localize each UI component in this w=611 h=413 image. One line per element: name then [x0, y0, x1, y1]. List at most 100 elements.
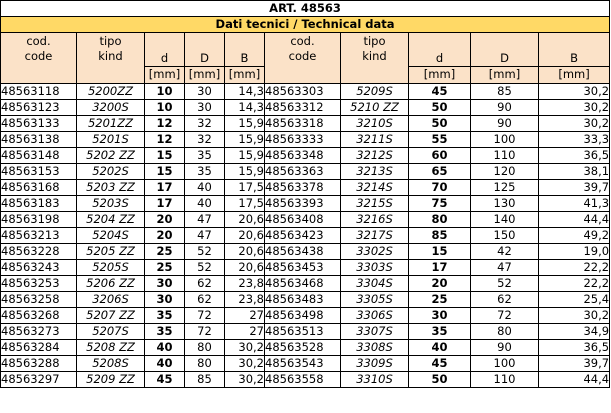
left-d-cell: 52 — [184, 243, 225, 260]
left-d-cell: 20 — [144, 211, 185, 228]
table-row: 48563243 5205S 25 52 20,6 48563453 3303S 17 47 22… — [0, 259, 611, 276]
left-d-cell: 30 — [144, 291, 185, 308]
left-d-cell: 25 — [144, 243, 185, 260]
right-code-cell: 48563303 — [264, 83, 341, 100]
left-d-cell: 80 — [184, 355, 225, 372]
header-D-right: D — [470, 32, 539, 67]
left-d-cell: 10 — [144, 83, 185, 100]
left-b-cell: 30,2 — [224, 371, 265, 388]
table-row: 48563138 5201S 12 32 15,9 48563333 3211S 55 100 3… — [0, 131, 611, 148]
left-d-cell: 72 — [184, 307, 225, 324]
right-kind-cell: 3213S — [340, 163, 409, 180]
table-row: 48563213 5204S 20 47 20,6 48563423 3217S 85 150 4… — [0, 227, 611, 244]
left-code-cell: 48563148 — [0, 147, 77, 164]
right-d-cell: 40 — [408, 339, 471, 356]
right-b-cell: 36,5 — [537, 147, 611, 164]
right-d-cell: 47 — [470, 259, 539, 276]
left-kind-cell: 5209 ZZ — [76, 371, 145, 388]
left-b-cell: 23,8 — [224, 291, 265, 308]
right-kind-cell: 3217S — [340, 227, 409, 244]
right-code-cell: 48563438 — [264, 243, 341, 260]
header-kind: tipo kind — [76, 32, 145, 84]
right-code-cell: 48563498 — [264, 307, 341, 324]
left-d-cell: 47 — [184, 211, 225, 228]
right-kind-cell: 3303S — [340, 259, 409, 276]
right-d-cell: 110 — [470, 147, 539, 164]
left-d-cell: 25 — [144, 259, 185, 276]
left-b-cell: 15,9 — [224, 115, 265, 132]
right-b-cell: 22,2 — [537, 275, 611, 292]
left-code-cell: 48563284 — [0, 339, 77, 356]
right-kind-cell: 5209S — [340, 83, 409, 100]
left-kind-cell: 5201ZZ — [76, 115, 145, 132]
left-code-cell: 48563153 — [0, 163, 77, 180]
right-b-cell: 22,2 — [537, 259, 611, 276]
table-row: 48563168 5203 ZZ 17 40 17,5 48563378 3214S 70 12… — [0, 179, 611, 196]
left-kind-cell: 5207 ZZ — [76, 307, 145, 324]
right-d-cell: 42 — [470, 243, 539, 260]
right-kind-cell: 3211S — [340, 131, 409, 148]
left-d-cell: 17 — [144, 195, 185, 212]
right-code-cell: 48563513 — [264, 323, 341, 340]
right-kind-cell: 3305S — [340, 291, 409, 308]
right-code-cell: 48563378 — [264, 179, 341, 196]
right-d-cell: 45 — [408, 83, 471, 100]
right-kind-cell: 3212S — [340, 147, 409, 164]
left-b-cell: 20,6 — [224, 227, 265, 244]
header-code-en: code — [288, 49, 317, 63]
right-d-cell: 55 — [408, 131, 471, 148]
table-row: 48563148 5202 ZZ 15 35 15,9 48563348 3212S 60 11… — [0, 147, 611, 164]
right-b-cell: 44,4 — [537, 211, 611, 228]
table-row: 48563268 5207 ZZ 35 72 27 48563498 3306S 30 72 30… — [0, 307, 611, 324]
header-code-en: code — [24, 49, 53, 63]
left-d-cell: 15 — [144, 147, 185, 164]
left-d-cell: 62 — [184, 291, 225, 308]
table-row: 48563183 5203S 17 40 17,5 48563393 3215S 75 130 4… — [0, 195, 611, 212]
left-code-cell: 48563118 — [0, 83, 77, 100]
left-code-cell: 48563138 — [0, 131, 77, 148]
right-d-cell: 90 — [470, 339, 539, 356]
left-d-cell: 30 — [184, 99, 225, 116]
left-b-cell: 14,3 — [224, 99, 265, 116]
right-d-cell: 80 — [470, 323, 539, 340]
right-kind-cell: 3214S — [340, 179, 409, 196]
header-code-it: cod. — [290, 34, 315, 48]
left-b-cell: 14,3 — [224, 83, 265, 100]
left-kind-cell: 3200S — [76, 99, 145, 116]
right-code-cell: 48563393 — [264, 195, 341, 212]
right-b-cell: 36,5 — [537, 339, 611, 356]
unit-d-right: [mm] — [408, 66, 471, 84]
left-d-cell: 32 — [184, 131, 225, 148]
right-kind-cell: 3216S — [340, 211, 409, 228]
article-title: ART. 48563 — [0, 0, 611, 17]
right-kind-cell: 3309S — [340, 355, 409, 372]
unit-B-right: [mm] — [537, 66, 611, 84]
right-d-cell: 85 — [470, 83, 539, 100]
left-d-cell: 20 — [144, 227, 185, 244]
right-code-cell: 48563528 — [264, 339, 341, 356]
left-d-cell: 12 — [144, 115, 185, 132]
right-b-cell: 33,3 — [537, 131, 611, 148]
left-kind-cell: 5202 ZZ — [76, 147, 145, 164]
left-b-cell: 15,9 — [224, 147, 265, 164]
header-kind-it: tipo — [99, 34, 122, 48]
right-b-cell: 19,0 — [537, 243, 611, 260]
header-B-right: B — [537, 32, 611, 67]
right-d-cell: 120 — [470, 163, 539, 180]
unit-D: [mm] — [184, 66, 225, 84]
table-row: 48563123 3200S 10 30 14,3 48563312 5210 ZZ 50 90… — [0, 99, 611, 116]
left-code-cell: 48563183 — [0, 195, 77, 212]
technical-data-sheet: ART. 48563 Dati tecnici / Technical data… — [0, 0, 611, 388]
right-kind-cell: 3302S — [340, 243, 409, 260]
unit-d: [mm] — [144, 66, 185, 84]
right-code-cell: 48563483 — [264, 291, 341, 308]
right-d-cell: 130 — [470, 195, 539, 212]
header-kind-en: kind — [98, 49, 123, 63]
left-code-cell: 48563268 — [0, 307, 77, 324]
left-d-cell: 45 — [144, 371, 185, 388]
right-d-cell: 50 — [408, 115, 471, 132]
right-d-cell: 60 — [408, 147, 471, 164]
header-code-right: cod. code — [264, 32, 341, 84]
table-row: 48563297 5209 ZZ 45 85 30,2 48563558 3310S 50 11… — [0, 371, 611, 388]
left-d-cell: 35 — [144, 323, 185, 340]
